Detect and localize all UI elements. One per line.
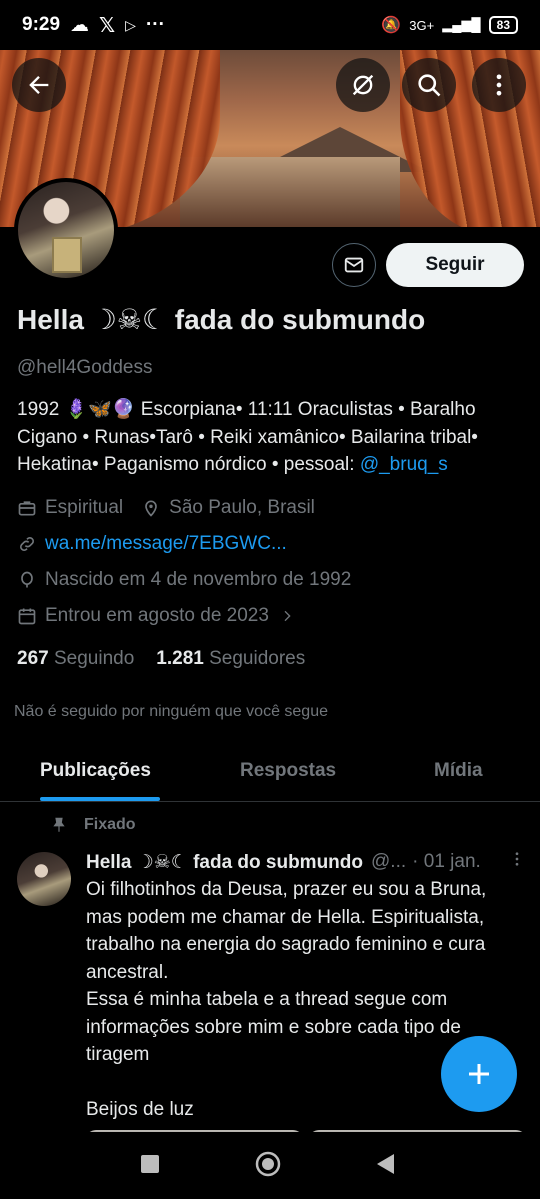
tweet-author-handle: @... <box>371 851 407 872</box>
followers-count: 1.281 <box>156 648 204 669</box>
topic-button[interactable] <box>336 58 390 112</box>
banner-sea <box>180 157 400 227</box>
briefcase-icon <box>18 501 36 516</box>
tab-publicacoes[interactable]: Publicações <box>40 760 151 782</box>
profile-bio: 1992 🪻🦋🔮 Escorpiana• 11:11 Oraculistas •… <box>17 396 527 479</box>
status-right: 🔕 3G+ ▂▄▆█ 83 <box>381 15 518 35</box>
following-label: Seguindo <box>53 648 135 669</box>
not-followed-text: Não é seguido por ninguém que você segue <box>14 703 328 720</box>
follow-stats: 267 Seguindo 1.281 Seguidores <box>17 648 305 670</box>
tweet-author-name[interactable]: Hella ☽☠︎☾ fada do submundo <box>86 851 363 874</box>
following-count: 267 <box>17 648 49 669</box>
profile-tabs: Publicações Respostas Mídia <box>0 752 540 802</box>
more-dots-icon: ··· <box>145 14 165 35</box>
home-circle-icon <box>255 1151 281 1177</box>
status-time: 9:29 <box>22 14 61 35</box>
profile-category: Espiritual <box>45 497 124 518</box>
location-pin-icon <box>145 500 157 517</box>
square-icon <box>141 1155 159 1173</box>
search-button[interactable] <box>402 58 456 112</box>
play-icon: ▷ <box>125 16 136 33</box>
battery-icon: 83 <box>488 16 518 34</box>
active-tab-indicator <box>40 797 160 801</box>
profile-meta-website: wa.me/message/7EBGWC... <box>17 533 287 555</box>
compose-button[interactable] <box>441 1036 517 1112</box>
profile-meta-joined[interactable]: Entrou em agosto de 2023 <box>17 605 303 627</box>
mail-icon <box>344 257 364 273</box>
plus-icon <box>469 1064 489 1084</box>
tweet-more-button[interactable] <box>508 850 526 874</box>
status-bar: 9:29 ☁ 𝕏 ▷ ··· 🔕 3G+ ▂▄▆█ 83 <box>0 0 540 50</box>
profile-avatar[interactable] <box>14 178 118 282</box>
cloud-icon: ☁ <box>70 14 90 36</box>
tweet-author-avatar[interactable] <box>17 852 71 906</box>
pin-icon <box>53 817 65 832</box>
tweet-date: · 01 jan. <box>412 851 481 872</box>
back-nav-button[interactable] <box>374 1152 396 1176</box>
mute-icon: 🔕 <box>381 17 402 34</box>
profile-meta-category-location: Espiritual São Paulo, Brasil <box>17 497 315 519</box>
more-vertical-icon <box>515 852 519 866</box>
avatar-card-image <box>52 237 82 273</box>
link-icon <box>20 537 34 551</box>
more-vertical-icon <box>496 74 502 96</box>
arrow-left-icon <box>29 76 49 94</box>
profile-meta-birth: Nascido em 4 de novembro de 1992 <box>17 569 351 591</box>
following-stat[interactable]: 267 Seguindo <box>17 648 134 670</box>
profile-birth: Nascido em 4 de novembro de 1992 <box>45 569 352 590</box>
profile-name: Hella ☽☠︎☾ fada do submundo <box>17 304 426 335</box>
message-button[interactable] <box>332 243 376 287</box>
followers-stat[interactable]: 1.281 Seguidores <box>156 648 305 670</box>
follow-button[interactable]: Seguir <box>386 243 524 287</box>
no-sync-icon <box>352 74 374 96</box>
signal-icon: ▂▄▆█ <box>442 17 481 32</box>
pinned-indicator: Fixado <box>50 816 136 834</box>
bio-mention-link[interactable]: @_bruq_s <box>360 454 448 475</box>
status-left: 9:29 ☁ 𝕏 ▷ ··· <box>22 13 165 38</box>
recent-apps-button[interactable] <box>140 1154 160 1174</box>
profile-location: São Paulo, Brasil <box>169 497 315 518</box>
home-button[interactable] <box>254 1150 282 1178</box>
back-button[interactable] <box>12 58 66 112</box>
profile-joined: Entrou em agosto de 2023 <box>45 605 269 626</box>
network-label: 3G+ <box>409 17 435 33</box>
tab-respostas[interactable]: Respostas <box>240 760 336 782</box>
profile-handle: @hell4Goddess <box>17 357 153 378</box>
calendar-icon <box>18 608 36 625</box>
triangle-back-icon <box>377 1154 394 1174</box>
x-app-icon: 𝕏 <box>99 14 116 37</box>
profile-website-link[interactable]: wa.me/message/7EBGWC... <box>45 533 287 555</box>
tab-midia[interactable]: Mídia <box>434 760 483 782</box>
chevron-right-icon <box>284 610 291 622</box>
followers-label: Seguidores <box>209 648 306 669</box>
search-icon <box>418 74 441 97</box>
more-options-button[interactable] <box>472 58 526 112</box>
tweet-header: Hella ☽☠︎☾ fada do submundo @... · 01 ja… <box>86 850 526 874</box>
balloon-icon <box>21 571 33 588</box>
pinned-label: Fixado <box>84 816 136 833</box>
